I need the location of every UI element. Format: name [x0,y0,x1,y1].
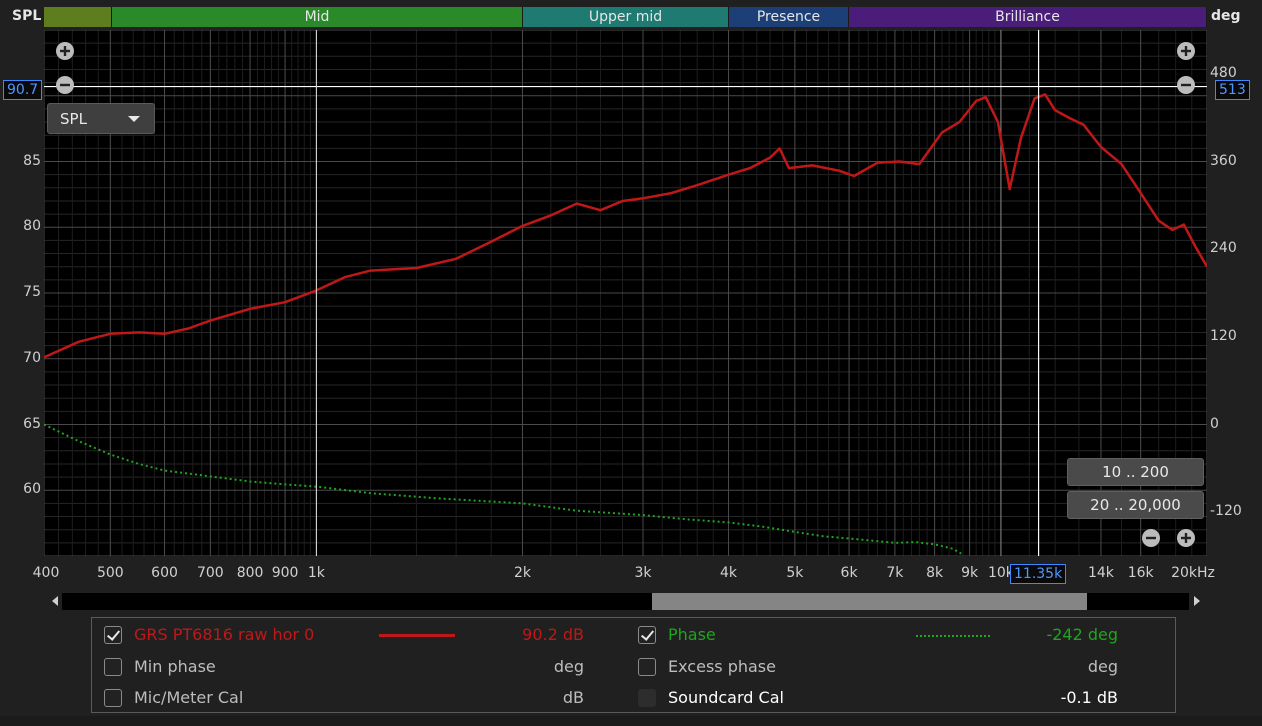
phase-line-swatch [916,635,992,637]
zoom-out-icon[interactable] [55,75,75,95]
x-tick-label: 1k [307,565,325,581]
scroll-right-arrow-icon[interactable] [1194,596,1200,606]
legend-panel: GRS PT6816 raw hor 0 90.2 dB Min phase d… [91,617,1176,713]
y-right-tick-label: 240 [1210,240,1237,257]
x-tick-label: 20kHz [1171,565,1215,581]
scroll-thumb[interactable] [652,593,1087,610]
excess-phase-name: Excess phase [668,657,776,676]
zoom-out-right-icon[interactable] [1176,75,1196,95]
band-presence: Presence [729,7,849,27]
graph-type-dropdown[interactable]: SPL [47,103,155,134]
legend-row-soundcard-cal[interactable]: Soundcard Cal -0.1 dB [638,685,1118,711]
x-tick-label: 14k [1087,565,1114,581]
y-right-tick-label: 480 [1210,64,1237,81]
x-tick-label: 9k [961,565,979,581]
x-tick-label: 8k [926,565,944,581]
chevron-down-icon [128,116,140,122]
zoom-in-x-icon[interactable] [1176,528,1196,548]
scrollbar-svg [52,593,1200,610]
frequency-band-bar: Mid Upper mid Presence Brilliance [44,7,1207,27]
excess-phase-checkbox[interactable] [638,658,656,676]
zoom-in-icon[interactable] [55,41,75,61]
band-brilliance: Brilliance [849,7,1207,27]
dropdown-value: SPL [60,110,87,128]
x-tick-label: 16k [1127,565,1154,581]
min-phase-name: Min phase [134,657,216,676]
x-tick-label: 700 [196,565,224,581]
x-tick-label: 600 [151,565,178,581]
x-tick-label: 4k [720,565,738,581]
x-tick-label: 3k [634,565,652,581]
phase-checkbox[interactable] [638,626,656,644]
x-tick-label: 500 [96,565,124,581]
mic-cal-value: dB [562,688,584,707]
scroll-left-arrow-icon[interactable] [52,596,58,606]
x-tick-label: 7k [886,565,904,581]
plot-area[interactable] [44,30,1207,556]
mic-cal-name: Mic/Meter Cal [134,688,244,707]
measurement-line-swatch [379,634,455,637]
measurement-value: 90.2 dB [522,625,584,644]
spl-axis-header: SPL [12,8,42,24]
band-mid: Mid [112,7,523,27]
measurement-name: GRS PT6816 raw hor 0 [134,625,315,644]
measurement-checkbox[interactable] [104,626,122,644]
cursor-freq-readout: 11.35k [1010,564,1067,584]
soundcard-cal-name: Soundcard Cal [668,688,784,707]
legend-row-mic-cal[interactable]: Mic/Meter Cal dB [104,685,584,711]
x-tick-label: 400 [32,565,60,581]
mic-cal-checkbox[interactable] [104,689,122,707]
band-upper-mid: Upper mid [523,7,729,27]
phase-name: Phase [668,625,716,644]
cursor-deg-readout: 513 [1215,80,1250,100]
excess-phase-value: deg [1087,657,1118,676]
x-tick-label: 5k [786,565,804,581]
legend-row-measurement[interactable]: GRS PT6816 raw hor 0 90.2 dB [104,622,584,648]
x-tick-label: 800 [236,565,264,581]
horizontal-scrollbar[interactable] [44,591,1207,611]
y-left-tick-label: 85 [23,152,41,169]
range-20-20000-button[interactable]: 20 .. 20,000 [1067,491,1204,519]
min-phase-value: deg [553,657,584,676]
cursor-spl-readout: 90.7 [3,80,43,100]
min-phase-checkbox[interactable] [104,658,122,676]
soundcard-cal-value: -0.1 dB [1060,688,1118,707]
y-left-tick-label: 60 [23,481,41,498]
soundcard-cal-checkbox[interactable] [638,689,656,707]
phase-value: -242 deg [1046,625,1118,644]
y-right-tick-label: 120 [1210,327,1237,344]
legend-row-phase[interactable]: Phase -242 deg [638,622,1118,648]
zoom-out-x-icon[interactable] [1141,528,1161,548]
y-left-tick-label: 70 [23,349,41,366]
y-right-tick-label: -120 [1210,503,1242,520]
x-tick-label: 6k [840,565,858,581]
series-line-1 [44,423,964,556]
chart-svg [44,30,1207,556]
legend-row-excess-phase[interactable]: Excess phase deg [638,654,1118,680]
deg-axis-header: deg [1211,8,1241,24]
status-strip [0,716,1262,726]
legend-row-min-phase[interactable]: Min phase deg [104,654,584,680]
y-right-tick-label: 360 [1210,152,1237,169]
range-10-200-button[interactable]: 10 .. 200 [1067,458,1204,486]
zoom-in-right-icon[interactable] [1176,41,1196,61]
y-left-tick-label: 75 [23,284,41,300]
y-left-tick-label: 65 [23,415,41,432]
y-right-tick-label: 0 [1210,415,1219,432]
band-low-mid [44,7,112,27]
x-tick-label: 900 [271,565,299,581]
y-left-tick-label: 80 [23,218,41,235]
x-tick-label: 2k [513,565,531,581]
